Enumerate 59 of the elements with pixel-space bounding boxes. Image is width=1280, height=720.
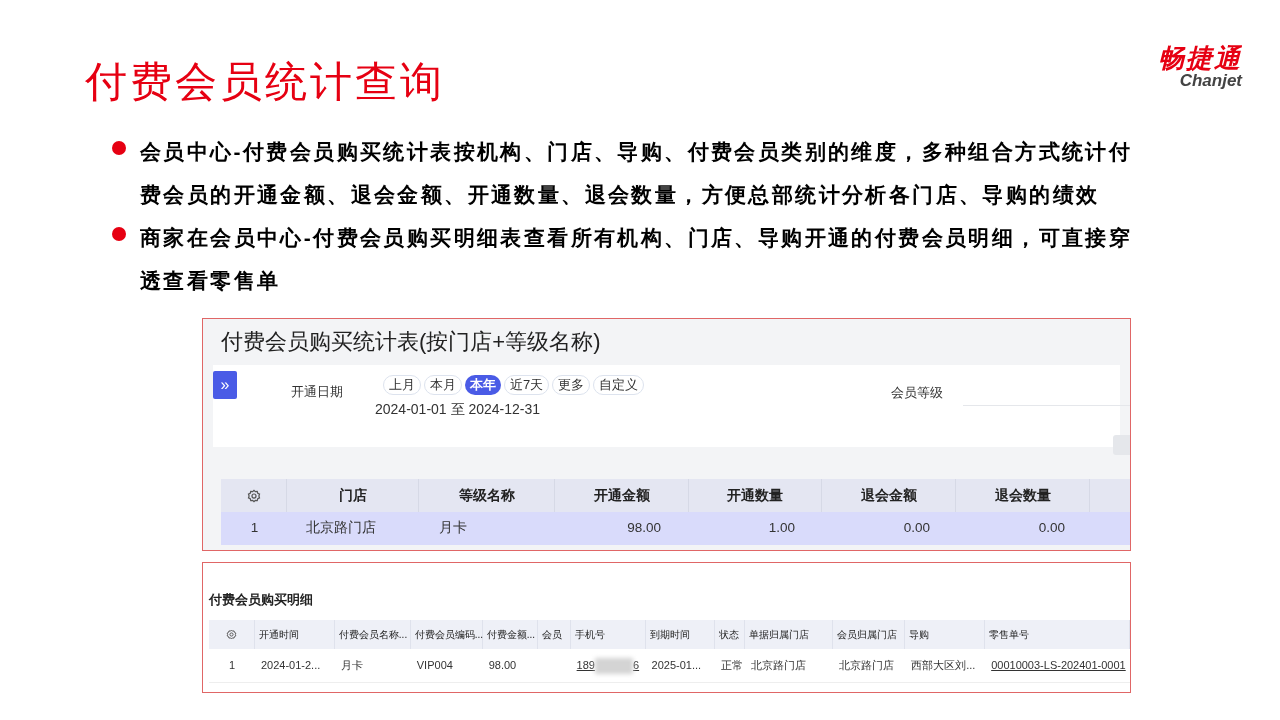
- column-header[interactable]: 付费会员编码...: [414, 627, 484, 642]
- column-header[interactable]: 门店: [338, 485, 367, 506]
- phone-link-prefix[interactable]: 189: [576, 657, 595, 674]
- date-range-chip[interactable]: 自定义: [593, 375, 645, 395]
- column-header[interactable]: 退会金额: [860, 485, 917, 506]
- logo-brand-text: 畅捷通: [1158, 44, 1242, 72]
- table-cell-text: 1: [228, 658, 236, 674]
- filter-label: 开通日期: [291, 383, 343, 401]
- table-cell-text: 1: [250, 519, 259, 538]
- column-header[interactable]: 开通时间: [258, 627, 299, 642]
- settings-icon[interactable]: [225, 629, 237, 640]
- table-row[interactable]: 1 北京路门店 月卡 98.00 1.00 0.00 0.00: [221, 512, 1130, 545]
- phone-link-suffix[interactable]: 6: [632, 657, 640, 674]
- column-header[interactable]: 状态: [719, 627, 740, 642]
- table-cell-text: 2024-01-2...: [260, 658, 321, 674]
- table-cell-text: 北京路门店: [306, 519, 376, 538]
- table-cell-text: 98.00: [627, 519, 661, 538]
- column-header[interactable]: 导购: [909, 627, 930, 642]
- date-range-chip[interactable]: 近7天: [504, 375, 550, 395]
- table-cell-text: 2025-01...: [651, 658, 702, 674]
- bullet-text: 会员中心-付费会员购买统计表按机构、门店、导购、付费会员类别的维度，多种组合方式统计付费会员的开通金额、退会金额、开通数量、退会数量，方便总部统计分析各门店、导购的绩效: [140, 139, 1134, 208]
- column-header[interactable]: 开通金额: [593, 485, 650, 506]
- table-cell-text: 1.00: [768, 519, 795, 538]
- column-header[interactable]: 手机号: [574, 627, 605, 642]
- filter-label: 会员等级: [891, 384, 943, 402]
- table-cell-text: 北京路门店: [751, 658, 807, 674]
- table-cell-text: 98.00: [488, 658, 517, 674]
- table-cell-text: 0.00: [1038, 519, 1065, 538]
- date-range-chip[interactable]: 本年: [465, 375, 501, 395]
- table-cell-text: 月卡: [439, 519, 467, 538]
- column-header[interactable]: 会员: [541, 627, 562, 642]
- date-range-chip[interactable]: 更多: [552, 375, 591, 395]
- table-cell-text: 月卡: [340, 658, 363, 674]
- report-title: 付费会员购买统计表(按门店+等级名称): [220, 328, 602, 356]
- column-header[interactable]: 付费金额...: [486, 627, 536, 642]
- table-cell-text: 西部大区刘...: [911, 658, 976, 674]
- column-header[interactable]: 付费会员名称...: [338, 627, 408, 642]
- table-cell-text: 0.00: [903, 519, 930, 538]
- table-cell-text: VIP004: [416, 658, 453, 674]
- column-header[interactable]: 开通数量: [727, 485, 784, 506]
- settings-icon[interactable]: [246, 488, 261, 503]
- date-range-chip[interactable]: 本月: [424, 375, 462, 395]
- report-title: 付费会员购买明细: [207, 591, 314, 609]
- table-cell-text: 正常: [721, 658, 744, 674]
- logo-latin-text: Chanjet: [1179, 72, 1242, 90]
- slide-title: 付费会员统计查询: [85, 56, 445, 108]
- column-header[interactable]: 会员归属门店: [837, 627, 898, 642]
- date-range-chip[interactable]: 上月: [383, 375, 421, 395]
- table-cell-text: 北京路门店: [839, 658, 895, 674]
- expand-button[interactable]: »: [213, 371, 237, 399]
- column-header[interactable]: 退会数量: [994, 485, 1051, 506]
- column-header[interactable]: 等级名称: [458, 485, 515, 506]
- column-header[interactable]: 零售单号: [989, 627, 1030, 642]
- date-range-text: 2024-01-01 至 2024-12-31: [375, 400, 540, 419]
- redaction-block: [594, 657, 633, 674]
- order-link[interactable]: 00010003-LS-202401-0001: [991, 657, 1126, 674]
- column-header[interactable]: 单据归属门店: [749, 627, 810, 642]
- column-header[interactable]: 到期时间: [649, 627, 690, 642]
- bullet-text: 商家在会员中心-付费会员购买明细表查看所有机构、门店、导购开通的付费会员明细，可直接穿透查看零售单: [140, 225, 1134, 294]
